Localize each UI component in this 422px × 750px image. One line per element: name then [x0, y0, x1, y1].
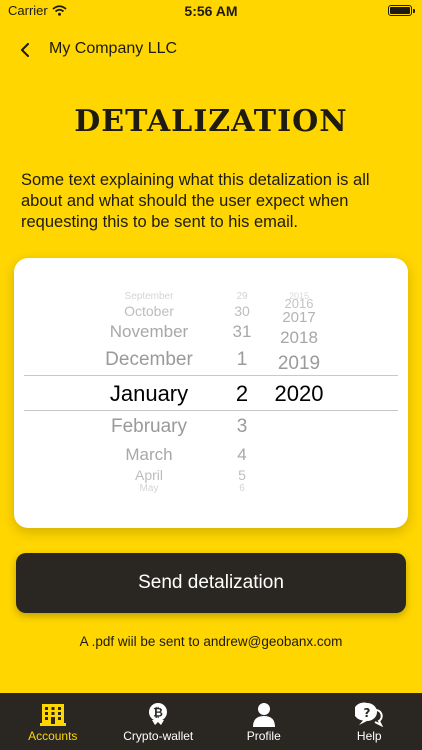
chevron-left-icon [21, 43, 29, 57]
tab-label: Help [356, 729, 382, 743]
year-option[interactable]: 2017 [260, 309, 338, 326]
tab-bar: Accounts ₿ Crypto-wallet Profile ? Help [0, 693, 422, 750]
svg-text:₿: ₿ [153, 706, 163, 720]
building-icon [38, 700, 68, 728]
year-option[interactable]: 2018 [260, 328, 338, 348]
month-option[interactable]: October [74, 303, 224, 319]
month-option[interactable]: December [74, 349, 224, 371]
page-description: Some text explaining what this detalizat… [21, 171, 370, 231]
day-option[interactable]: 5 [210, 467, 274, 483]
year-option[interactable]: 2019 [260, 353, 338, 375]
bitcoin-icon: ₿ [143, 700, 173, 728]
tab-label: Crypto-wallet [123, 729, 194, 743]
back-button[interactable] [12, 36, 38, 64]
selection-line-top [24, 375, 398, 376]
tab-accounts[interactable]: Accounts [0, 693, 106, 750]
tab-help[interactable]: ? Help [317, 693, 422, 750]
tab-label: Accounts [28, 729, 78, 743]
nav-bar: My Company LLC [0, 36, 422, 64]
tab-label: Profile [246, 729, 281, 743]
month-option[interactable]: March [74, 445, 224, 465]
battery-icon [388, 5, 415, 16]
nav-title: My Company LLC [49, 40, 178, 57]
person-icon [249, 700, 279, 728]
day-option[interactable]: 6 [210, 483, 274, 494]
day-option[interactable]: 4 [210, 445, 274, 465]
month-option[interactable]: April [74, 467, 224, 483]
month-selected[interactable]: January [74, 381, 224, 407]
day-option[interactable]: 3 [210, 416, 274, 438]
pdf-note: A .pdf wiil be sent to andrew@geobanx.co… [79, 634, 343, 649]
status-time: 5:56 AM [184, 3, 238, 19]
status-bar: Carrier 5:56 AM [0, 0, 422, 22]
tab-crypto-wallet[interactable]: ₿ Crypto-wallet [106, 693, 212, 750]
selection-line-bottom [24, 410, 398, 411]
month-option[interactable]: May [74, 483, 224, 494]
month-option[interactable]: November [74, 322, 224, 342]
page-title: DETALIZATION [74, 104, 348, 139]
year-selected[interactable]: 2020 [260, 381, 338, 407]
month-option[interactable]: September [74, 291, 224, 302]
date-picker[interactable]: September October November December Janu… [14, 258, 408, 528]
question-chat-icon: ? [354, 700, 384, 728]
send-detalization-button[interactable]: Send detalization [16, 553, 406, 613]
tab-profile[interactable]: Profile [211, 693, 317, 750]
svg-text:?: ? [364, 706, 371, 720]
month-option[interactable]: February [74, 416, 224, 438]
